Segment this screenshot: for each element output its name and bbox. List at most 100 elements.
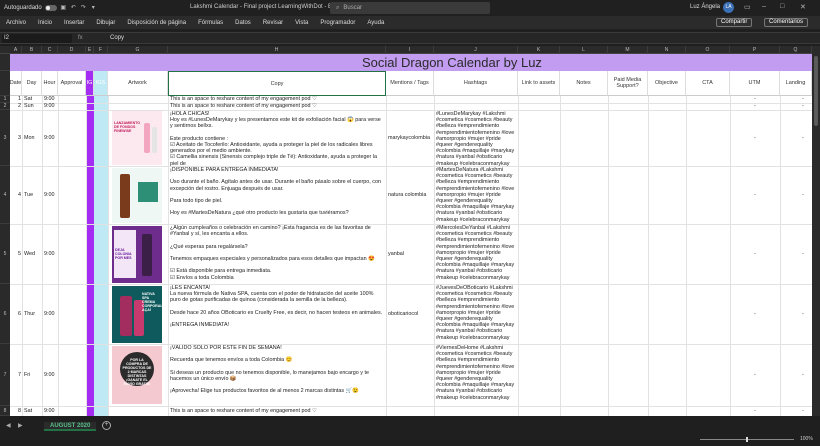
row-header[interactable]: [0, 54, 10, 71]
cell-hour[interactable]: 9:00: [44, 372, 58, 379]
ribbon-display-icon[interactable]: ▭: [744, 3, 751, 11]
cell-copy[interactable]: This is an space to reshare content of m…: [170, 96, 384, 103]
ribbon-tab-9[interactable]: Programador: [314, 20, 361, 26]
autosave-toggle[interactable]: [44, 5, 57, 11]
cell-mentions[interactable]: [388, 408, 434, 415]
ribbon-tab-3[interactable]: Dibujar: [90, 20, 121, 26]
cell-landing[interactable]: -: [802, 251, 804, 257]
cell-landing[interactable]: -: [802, 408, 804, 414]
undo-icon[interactable]: ↶: [70, 5, 77, 12]
cell-hour[interactable]: 9:00: [44, 311, 58, 318]
scrollbar-thumb[interactable]: [814, 56, 818, 126]
cell-copy[interactable]: ¿Algún cumpleaños o celebración en camin…: [170, 225, 384, 284]
cell-date[interactable]: 8: [11, 408, 21, 415]
cell-hour[interactable]: 9:00: [44, 251, 58, 258]
cell-landing[interactable]: -: [802, 96, 804, 102]
maximize-icon[interactable]: □: [780, 3, 784, 10]
header-hour[interactable]: Hour: [42, 71, 58, 96]
row-header[interactable]: 7: [0, 344, 10, 406]
row-header[interactable]: 8: [0, 406, 10, 416]
header-date[interactable]: Date: [10, 71, 22, 96]
ribbon-tab-6[interactable]: Datos: [229, 20, 257, 26]
cell-day[interactable]: Thur: [24, 311, 42, 318]
artwork-image[interactable]: [112, 168, 162, 223]
cell-hour[interactable]: 9:00: [44, 192, 58, 199]
header-ig[interactable]: IG: [86, 71, 94, 96]
cell-date[interactable]: 3: [11, 135, 21, 142]
column-header-l[interactable]: L: [560, 46, 608, 54]
title-row[interactable]: Social Dragon Calendar by Luz: [10, 54, 812, 71]
cell-landing[interactable]: -: [802, 103, 804, 109]
ribbon-tab-10[interactable]: Ayuda: [361, 20, 390, 26]
cell-date[interactable]: 2: [11, 103, 21, 110]
header-igs[interactable]: IGS: [94, 71, 108, 96]
ribbon-tab-8[interactable]: Vista: [289, 20, 314, 26]
ribbon-tab-1[interactable]: Inicio: [32, 20, 58, 26]
column-header-d[interactable]: D: [58, 46, 86, 54]
header-hashtags[interactable]: Hashtags: [434, 71, 518, 96]
row-header[interactable]: 6: [0, 284, 10, 344]
cell-copy[interactable]: ¡HOLA CHICAS! Hoy es #LunesDeMarykay y l…: [170, 111, 384, 166]
row-header[interactable]: 1: [0, 96, 10, 103]
ribbon-tab-7[interactable]: Revisar: [257, 20, 289, 26]
header-artwork[interactable]: Artwork: [108, 71, 168, 96]
cell-hashtags[interactable]: #ViernesDeHome #Lakshmi #cosmetica #cosm…: [436, 345, 518, 406]
cell-hashtags[interactable]: #JuevesDeOBoticario #Lakshmi #cosmetica …: [436, 285, 518, 344]
ribbon-tab-2[interactable]: Insertar: [58, 20, 90, 26]
customize-toolbar-icon[interactable]: ▾: [90, 5, 97, 12]
header-approval[interactable]: Approval: [58, 71, 86, 96]
row-header[interactable]: 4: [0, 166, 10, 224]
header-link[interactable]: Link to assets: [518, 71, 560, 96]
cell-hashtags[interactable]: #MartesDeNatura #Lakshmi #cosmetica #cos…: [436, 167, 518, 224]
cell-utm[interactable]: -: [754, 251, 764, 258]
cell-copy[interactable]: ¡DISPONIBLE PARA ENTREGA INMEDIATA! Uso …: [170, 167, 384, 224]
cell-day[interactable]: Wed: [24, 251, 42, 258]
column-header-c[interactable]: C: [42, 46, 58, 54]
column-header-g[interactable]: G: [108, 46, 168, 54]
cell-hour[interactable]: 9:00: [44, 103, 58, 110]
user-name[interactable]: Luz Ángela: [690, 4, 720, 10]
cell-copy[interactable]: ¡VÁLIDO SOLO POR ESTE FIN DE SEMANA! Rec…: [170, 345, 384, 406]
header-landing[interactable]: Landing: [780, 71, 812, 96]
header-cta[interactable]: CTA: [686, 71, 730, 96]
cell-date[interactable]: 6: [11, 311, 21, 318]
cell-grid[interactable]: Social Dragon Calendar by Luz Date Day H…: [10, 54, 812, 416]
cell-hour[interactable]: 9:00: [44, 135, 58, 142]
save-icon[interactable]: ▣: [60, 5, 67, 12]
formula-input[interactable]: Copy: [110, 34, 124, 43]
header-day[interactable]: Day: [22, 71, 42, 96]
row-header[interactable]: 5: [0, 224, 10, 284]
artwork-image[interactable]: POR LA COMPRA DE PRODUCTOS DE 2 MARCAS D…: [112, 346, 162, 404]
column-header-f[interactable]: F: [94, 46, 108, 54]
column-header-h[interactable]: H: [168, 46, 386, 54]
cell-landing[interactable]: -: [802, 135, 804, 141]
column-header-n[interactable]: N: [648, 46, 686, 54]
cell-utm[interactable]: -: [754, 96, 764, 103]
cell-date[interactable]: 7: [11, 372, 21, 379]
close-icon[interactable]: ✕: [800, 3, 806, 11]
cell-hour[interactable]: 9:00: [44, 96, 58, 103]
cell-utm[interactable]: -: [754, 135, 764, 142]
cell-day[interactable]: Sun: [24, 103, 42, 110]
cell-hashtags[interactable]: #LunesDeMarykay #Lakshmi #cosmetica #cos…: [436, 111, 518, 166]
cell-hashtags[interactable]: #MiercolesDeYanbal #Lakshmi #cosmetica #…: [436, 225, 518, 284]
minimize-icon[interactable]: –: [762, 3, 766, 10]
ribbon-tab-5[interactable]: Fórmulas: [192, 20, 229, 26]
column-header-i[interactable]: I: [386, 46, 434, 54]
header-mentions[interactable]: Mentions / Tags: [386, 71, 434, 96]
cell-date[interactable]: 5: [11, 251, 21, 258]
name-box[interactable]: I2: [2, 34, 72, 43]
row-header[interactable]: 3: [0, 110, 10, 166]
header-notes[interactable]: Notes: [560, 71, 608, 96]
redo-icon[interactable]: ↷: [80, 5, 87, 12]
cell-date[interactable]: 4: [11, 192, 21, 199]
cell-landing[interactable]: -: [802, 192, 804, 198]
cell-utm[interactable]: -: [754, 311, 764, 318]
share-button[interactable]: Compartir: [716, 18, 753, 27]
column-header-q[interactable]: Q: [780, 46, 812, 54]
row-header[interactable]: 2: [0, 103, 10, 110]
cell-landing[interactable]: -: [802, 372, 804, 378]
cell-copy[interactable]: This is an space to reshare content of m…: [170, 408, 384, 415]
cell-mentions[interactable]: oboticariocol: [388, 311, 434, 318]
header-utm[interactable]: UTM: [730, 71, 780, 96]
